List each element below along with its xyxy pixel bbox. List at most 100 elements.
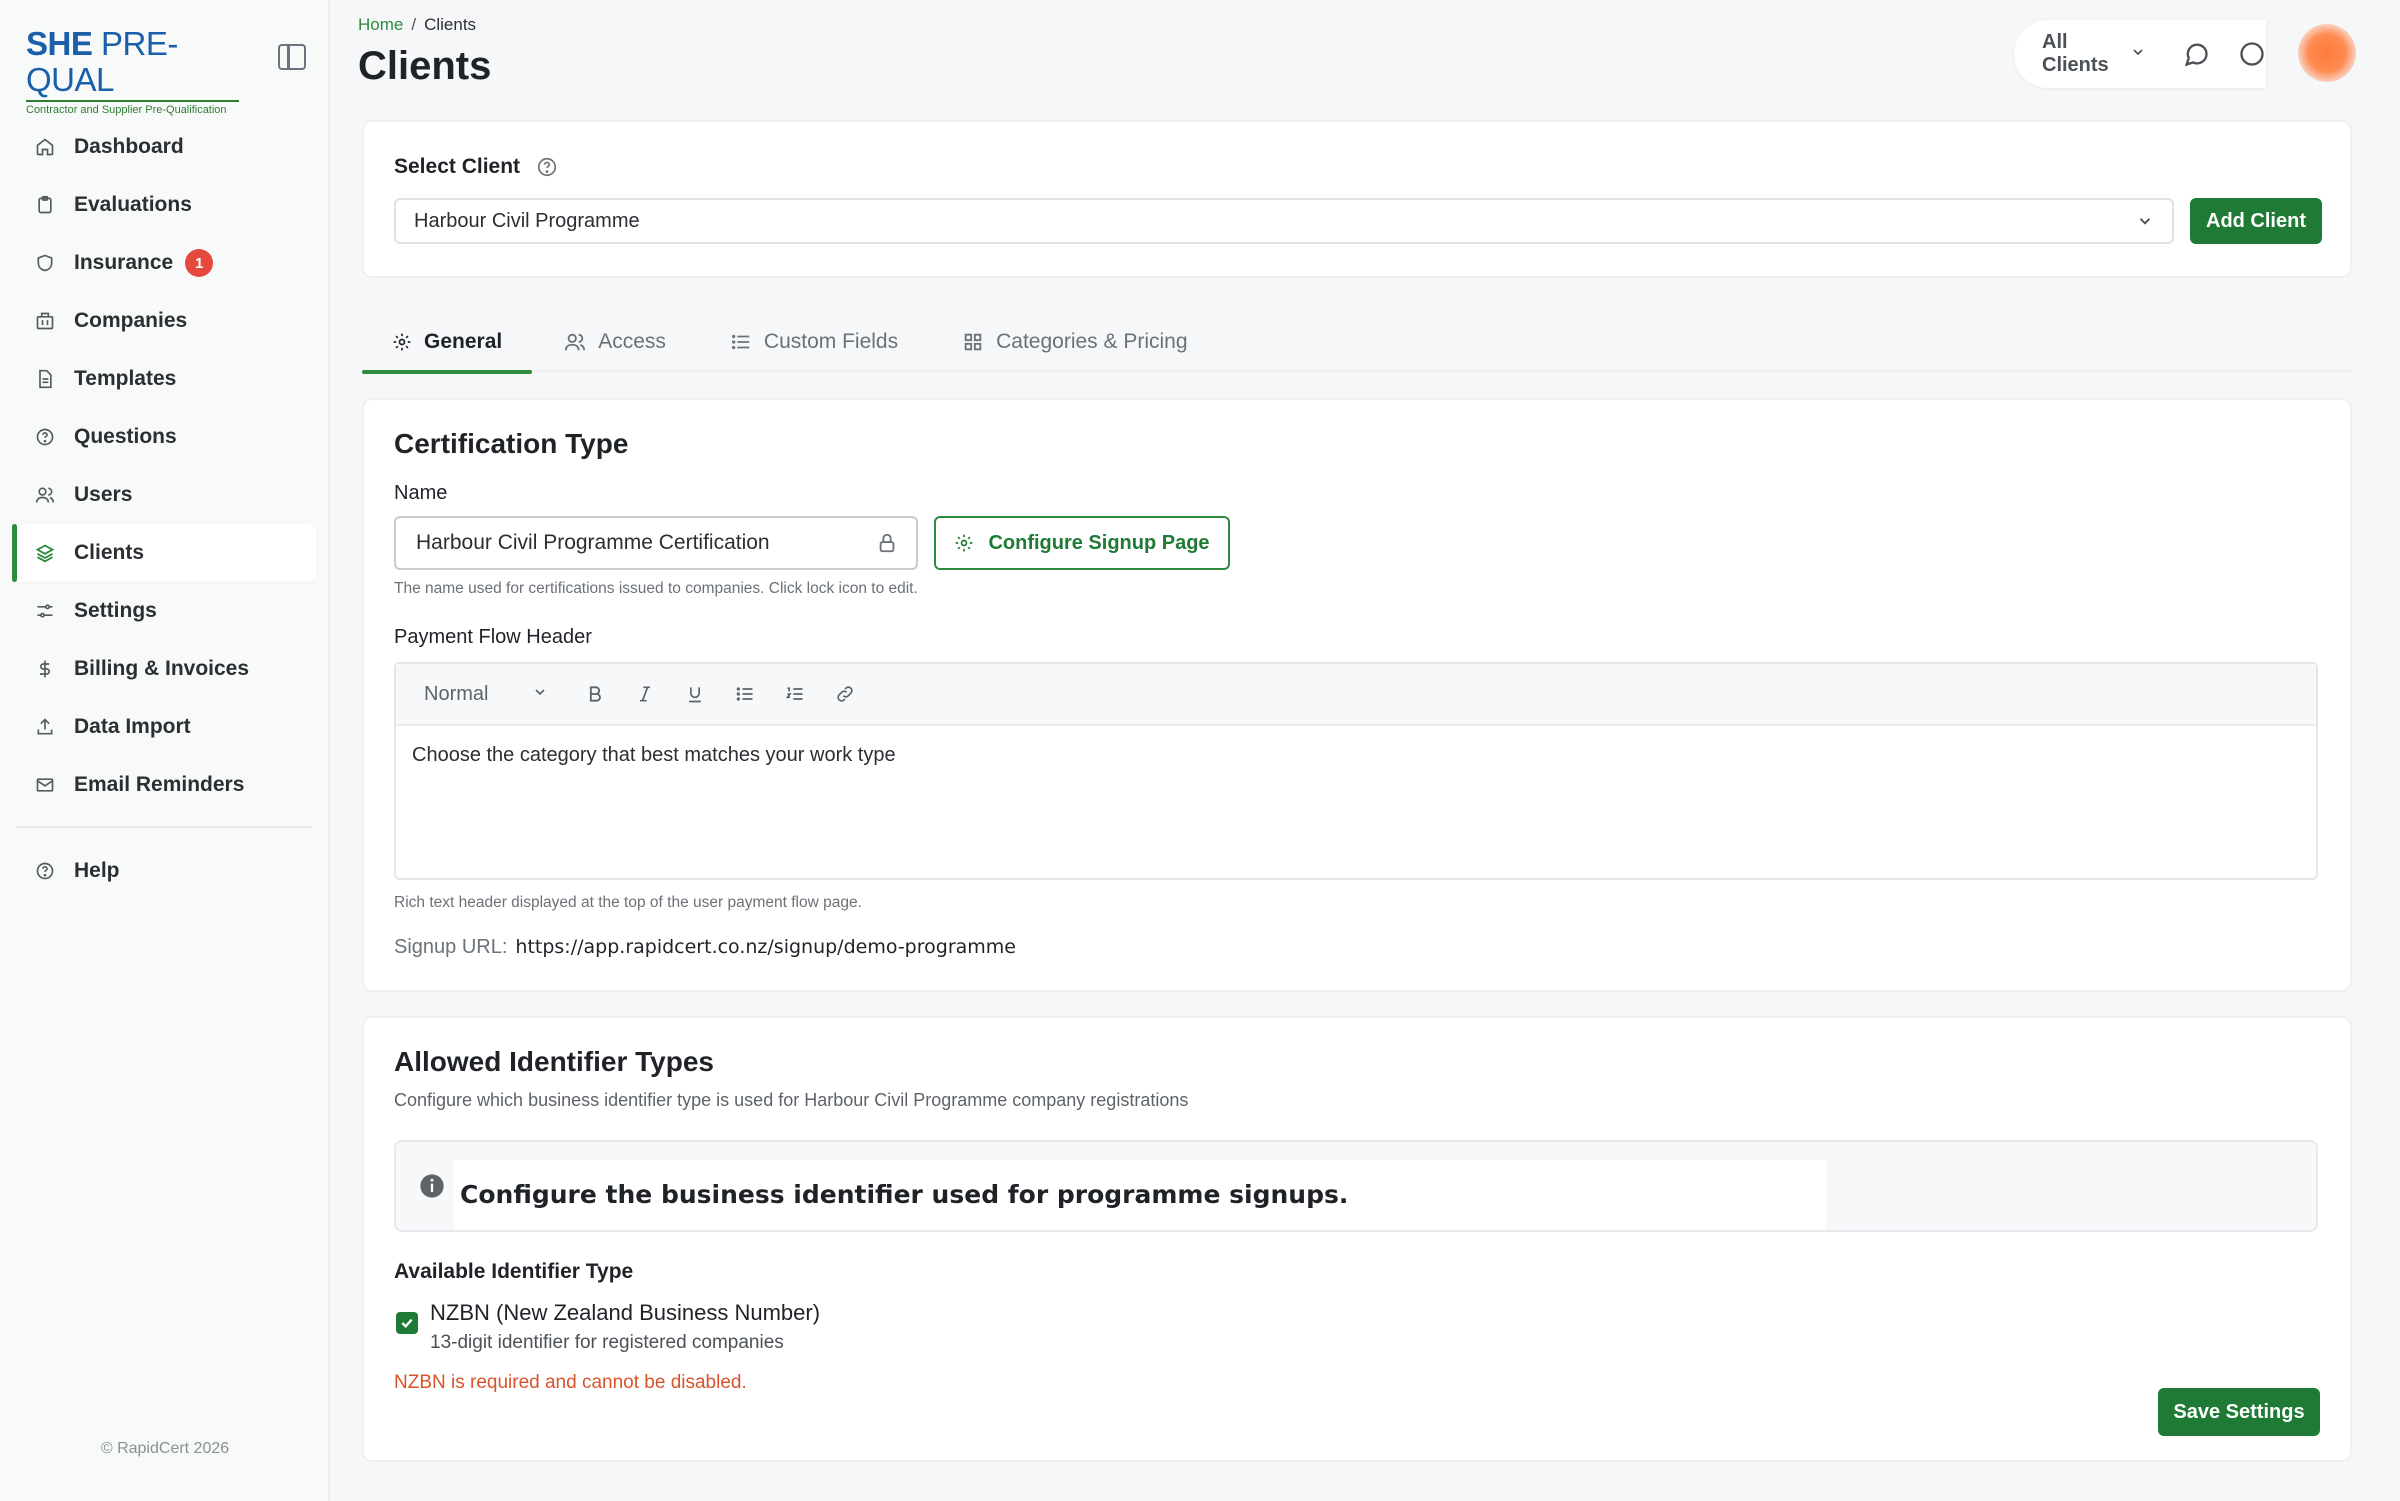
underline-icon[interactable] <box>670 684 720 704</box>
sidebar-item-label: Data Import <box>74 715 191 738</box>
user-avatar[interactable] <box>2298 24 2356 82</box>
sidebar-item-templates[interactable]: Templates <box>12 350 316 408</box>
sidebar-divider <box>16 826 312 828</box>
dollar-icon <box>34 658 56 680</box>
users-icon <box>564 331 586 353</box>
tab-access[interactable]: Access <box>532 312 698 372</box>
client-tabs: General Access Custom Fields Categories … <box>362 312 2352 374</box>
sidebar-item-label: Billing & Invoices <box>74 657 250 680</box>
tab-categories-pricing[interactable]: Categories & Pricing <box>930 312 1219 372</box>
page-title: Clients <box>358 44 492 88</box>
sidebar-item-label: Dashboard <box>74 135 184 158</box>
sidebar-toggle-icon[interactable] <box>278 44 306 70</box>
chevron-down-icon <box>2130 43 2146 66</box>
insurance-count-badge: 1 <box>185 249 214 277</box>
select-client-label-row: Select Client <box>394 155 558 179</box>
add-client-button[interactable]: Add Client <box>2190 198 2322 244</box>
sidebar-item-users[interactable]: Users <box>12 466 316 524</box>
editor-content[interactable]: Choose the category that best matches yo… <box>396 726 2316 785</box>
sidebar-item-label: Email Reminders <box>74 773 245 796</box>
sidebar-item-insurance[interactable]: Insurance 1 <box>12 234 316 292</box>
logo-wordmark: SHE PRE-QUAL <box>26 26 246 98</box>
identifier-types-title: Allowed Identifier Types <box>394 1046 714 1077</box>
certification-type-card: Certification Type Name Harbour Civil Pr… <box>362 398 2352 992</box>
brand-logo[interactable]: SHE PRE-QUAL Contractor and Supplier Pre… <box>26 26 246 116</box>
name-label: Name <box>394 482 448 504</box>
info-icon <box>418 1172 446 1205</box>
lock-icon[interactable] <box>876 532 898 560</box>
list-icon <box>730 331 752 353</box>
clipboard-icon <box>34 194 56 216</box>
client-select[interactable]: Harbour Civil Programme <box>394 198 2174 244</box>
name-hint-text: The name used for certifications issued … <box>394 580 918 597</box>
available-identifier-label: Available Identifier Type <box>394 1260 634 1283</box>
sidebar-item-clients[interactable]: Clients <box>12 524 316 582</box>
sidebar-item-data-import[interactable]: Data Import <box>12 698 316 756</box>
sidebar-item-evaluations[interactable]: Evaluations <box>12 176 316 234</box>
sidebar-item-email-reminders[interactable]: Email Reminders <box>12 756 316 814</box>
sidebar-item-billing[interactable]: Billing & Invoices <box>12 640 316 698</box>
signup-url-link[interactable]: https://app.rapidcert.co.nz/signup/demo-… <box>515 936 1016 958</box>
sidebar-item-companies[interactable]: Companies <box>12 292 316 350</box>
client-select-value: Harbour Civil Programme <box>414 209 640 232</box>
breadcrumb-home-link[interactable]: Home <box>358 15 403 34</box>
signup-url-row: Signup URL: https://app.rapidcert.co.nz/… <box>394 936 1016 959</box>
tab-general[interactable]: General <box>362 312 533 374</box>
text-format-select[interactable]: Normal <box>424 683 548 706</box>
text-format-value: Normal <box>424 682 489 705</box>
configure-signup-page-button[interactable]: Configure Signup Page <box>934 516 1230 570</box>
sidebar-item-settings[interactable]: Settings <box>12 582 316 640</box>
upload-icon <box>34 716 56 738</box>
check-icon <box>401 1318 413 1329</box>
top-toolbar: All Clients <box>2014 20 2266 88</box>
question-icon <box>34 426 56 448</box>
certification-name-value: Harbour Civil Programme Certification <box>416 531 770 554</box>
nzbn-required-warning: NZBN is required and cannot be disabled. <box>394 1372 747 1393</box>
home-icon <box>34 136 56 158</box>
client-filter-dropdown[interactable]: All Clients <box>2042 31 2146 77</box>
sidebar-item-help[interactable]: Help <box>12 842 316 900</box>
rich-text-editor: Normal Choose the category that best mat… <box>394 662 2318 880</box>
chevron-down-icon <box>2136 212 2154 236</box>
logo-tagline: Contractor and Supplier Pre-Qualificatio… <box>26 100 239 116</box>
notification-icon[interactable] <box>2238 40 2266 68</box>
breadcrumb-separator: / <box>411 15 417 34</box>
sidebar-item-label: Evaluations <box>74 193 192 216</box>
select-client-label: Select Client <box>394 155 521 178</box>
link-icon[interactable] <box>820 684 870 704</box>
sidebar-item-dashboard[interactable]: Dashboard <box>12 118 316 176</box>
sliders-icon <box>34 600 56 622</box>
sidebar-item-label: Questions <box>74 425 177 448</box>
tab-label: General <box>424 330 503 353</box>
certification-type-title: Certification Type <box>394 428 629 459</box>
bold-icon[interactable] <box>570 684 620 704</box>
italic-icon[interactable] <box>620 684 670 704</box>
sidebar-item-questions[interactable]: Questions <box>12 408 316 466</box>
sidebar-item-label: Insurance <box>74 251 174 274</box>
tab-label: Custom Fields <box>763 330 899 353</box>
chat-icon[interactable] <box>2182 40 2210 68</box>
sidebar-item-label: Clients <box>74 541 145 564</box>
save-settings-button[interactable]: Save Settings <box>2158 1388 2320 1436</box>
numbered-list-icon[interactable] <box>770 684 820 704</box>
certification-name-input[interactable]: Harbour Civil Programme Certification <box>394 516 918 570</box>
gear-icon <box>954 533 974 553</box>
info-message: Configure the business identifier used f… <box>454 1160 1826 1230</box>
nzbn-checkbox[interactable] <box>396 1312 418 1334</box>
sidebar-item-label: Users <box>74 483 133 506</box>
select-client-card: Select Client Harbour Civil Programme Ad… <box>362 120 2352 278</box>
signup-url-label: Signup URL: <box>394 936 508 958</box>
nzbn-option-description: 13-digit identifier for registered compa… <box>430 1332 784 1353</box>
file-icon <box>34 368 56 390</box>
sidebar-nav: Dashboard Evaluations Insurance 1 Compan… <box>12 118 316 900</box>
bullet-list-icon[interactable] <box>720 684 770 704</box>
sidebar: SHE PRE-QUAL Contractor and Supplier Pre… <box>0 0 330 1501</box>
nzbn-option-title: NZBN (New Zealand Business Number) <box>430 1300 821 1325</box>
sidebar-item-label: Help <box>74 859 120 882</box>
payment-flow-header-label: Payment Flow Header <box>394 626 592 648</box>
tab-custom-fields[interactable]: Custom Fields <box>698 312 930 372</box>
grid-icon <box>962 331 984 353</box>
breadcrumb-current: Clients <box>424 15 477 34</box>
gear-icon <box>392 332 412 352</box>
help-circle-icon[interactable] <box>536 156 558 178</box>
